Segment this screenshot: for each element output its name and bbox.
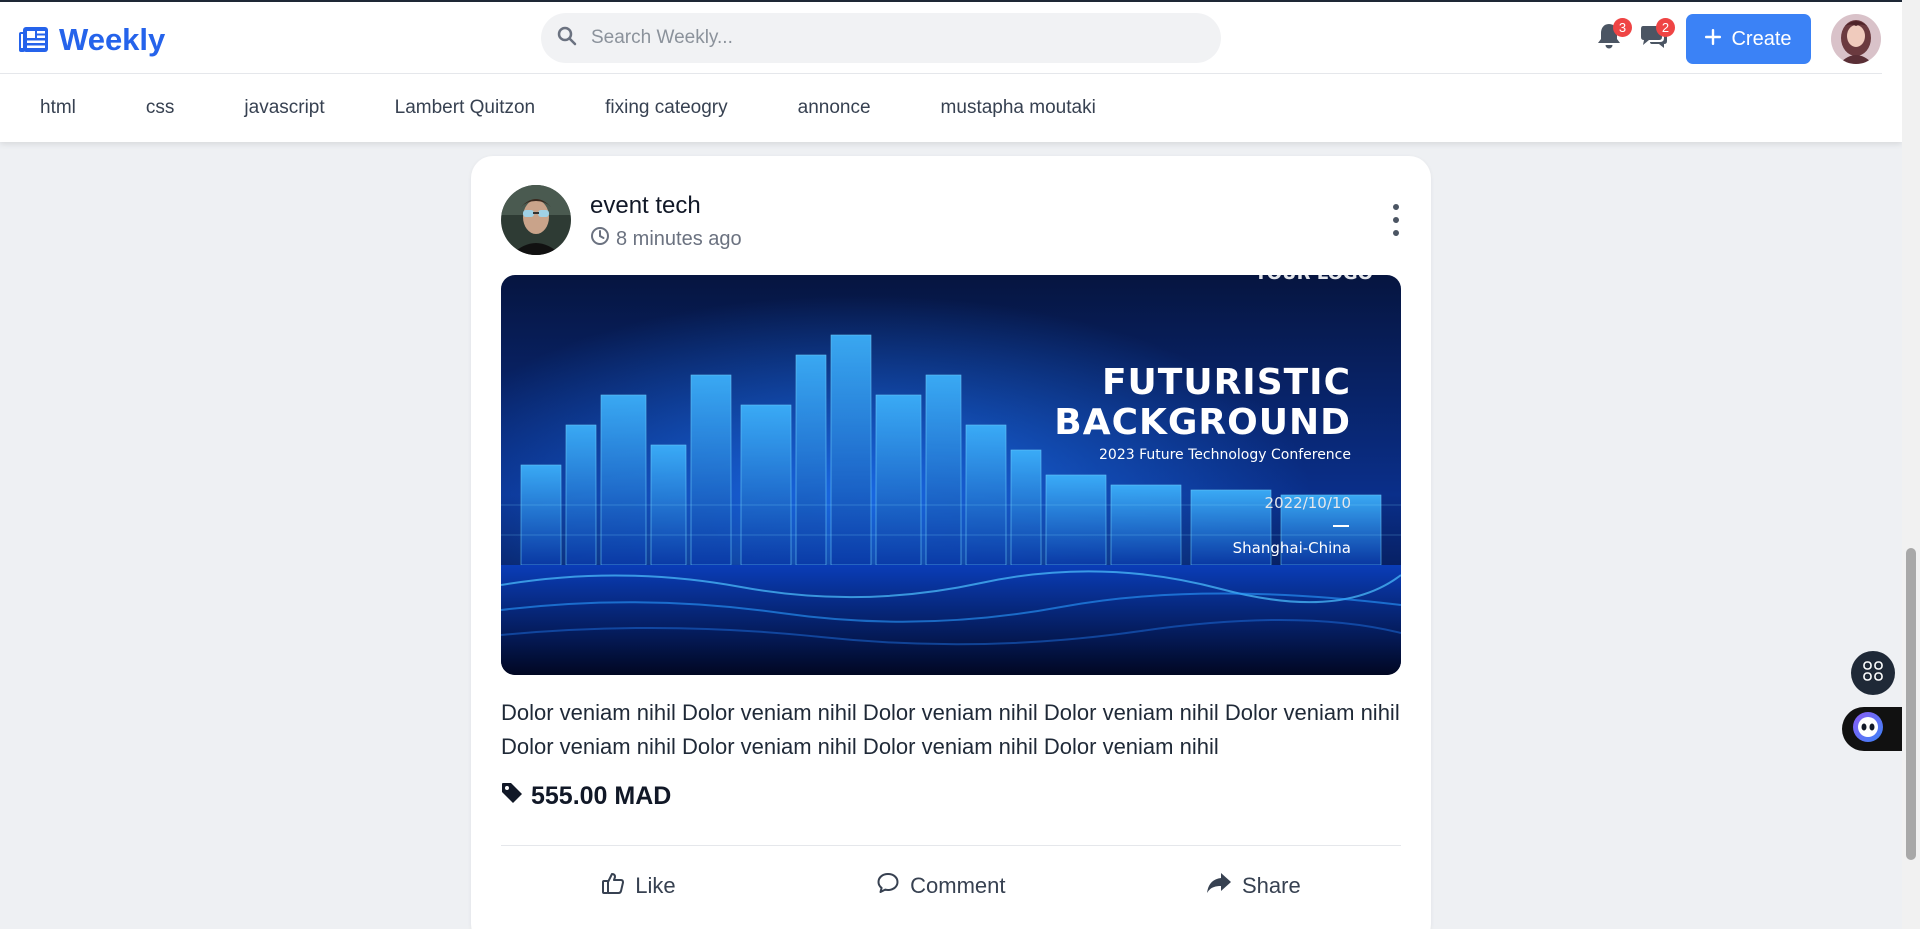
plus-icon: [1705, 28, 1722, 51]
post-timestamp: 8 minutes ago: [590, 226, 742, 252]
tag-icon: [501, 782, 523, 811]
robot-icon: [1852, 711, 1884, 748]
image-date: 2022/10/10: [1264, 494, 1351, 512]
bell-icon: [1596, 24, 1622, 54]
assistant-floating-button[interactable]: [1842, 707, 1902, 751]
newspaper-icon: [19, 26, 49, 54]
image-location: Shanghai-China: [1232, 539, 1351, 557]
search-icon: [557, 26, 577, 51]
grid-icon: [1862, 660, 1884, 687]
image-subtitle: 2023 Future Technology Conference: [1099, 447, 1351, 463]
image-divider: [1333, 525, 1349, 527]
price-text: 555.00 MAD: [531, 782, 672, 810]
category-tab[interactable]: mustapha moutaki: [901, 97, 1096, 119]
brand-name: Weekly: [59, 22, 166, 57]
like-label: Like: [635, 873, 676, 898]
post-price: 555.00 MAD: [501, 782, 671, 811]
thumbs-up-icon: [601, 871, 625, 901]
apps-floating-button[interactable]: [1851, 651, 1895, 695]
search-bar: [541, 13, 1221, 63]
post-image[interactable]: YOUR LOGO FUTURISTIC BACKGROUND 2023 Fut…: [501, 275, 1401, 675]
user-avatar[interactable]: [1831, 14, 1881, 64]
messages-badge: 2: [1656, 18, 1675, 37]
post-actions: Like Comment Share: [501, 846, 1401, 926]
post-body-text: Dolor veniam nihil Dolor veniam nihil Do…: [501, 700, 1400, 759]
notifications-badge: 3: [1613, 18, 1632, 37]
category-tab[interactable]: annonce: [758, 97, 871, 119]
post-time-text: 8 minutes ago: [616, 227, 742, 250]
image-logo-text: YOUR LOGO: [1254, 275, 1373, 284]
search-input[interactable]: [591, 27, 1151, 49]
category-tab[interactable]: Lambert Quitzon: [355, 97, 535, 119]
clock-icon: [590, 226, 610, 252]
notifications-button[interactable]: 3: [1596, 18, 1632, 54]
image-title: FUTURISTIC BACKGROUND: [1054, 363, 1351, 443]
comment-icon: [876, 871, 900, 901]
image-title-line2: BACKGROUND: [1054, 402, 1351, 443]
post-author-name[interactable]: event tech: [590, 192, 701, 220]
chat-bubbles-icon: [1639, 26, 1669, 54]
category-tab[interactable]: html: [0, 97, 76, 119]
comment-label: Comment: [910, 873, 1006, 898]
category-tab[interactable]: javascript: [204, 97, 324, 119]
author-avatar[interactable]: [501, 185, 571, 255]
create-label: Create: [1731, 27, 1792, 50]
share-button[interactable]: Share: [1206, 871, 1301, 901]
messages-button[interactable]: 2: [1639, 18, 1675, 54]
post-options-icon[interactable]: [1391, 204, 1401, 236]
image-title-line1: FUTURISTIC: [1101, 362, 1351, 403]
scrollbar-thumb[interactable]: [1906, 548, 1916, 860]
comment-button[interactable]: Comment: [876, 871, 1005, 901]
create-button[interactable]: Create: [1686, 14, 1811, 64]
share-label: Share: [1242, 873, 1301, 898]
category-tab[interactable]: css: [106, 97, 175, 119]
category-tabs: html css javascript Lambert Quitzon fixi…: [0, 74, 1126, 142]
share-icon: [1206, 871, 1232, 901]
top-navbar: Weekly 3 2: [0, 2, 1902, 142]
like-button[interactable]: Like: [601, 871, 676, 901]
category-tab[interactable]: fixing cateogry: [565, 97, 728, 119]
post-card: event tech 8 minutes ago FUTURISTIC BACK…: [471, 156, 1431, 929]
brand-logo[interactable]: Weekly: [19, 20, 165, 60]
